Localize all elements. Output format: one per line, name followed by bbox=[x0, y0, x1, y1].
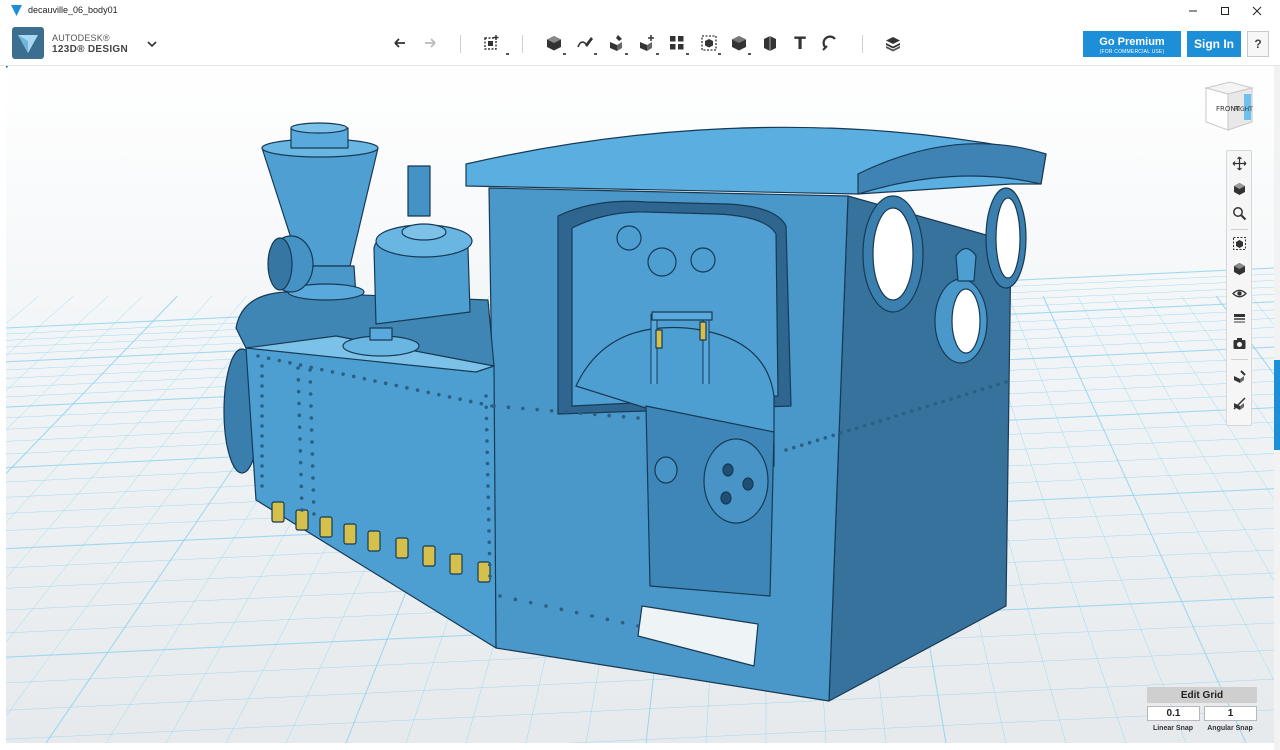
toolbar-separator bbox=[460, 35, 461, 53]
construct-icon bbox=[610, 35, 622, 51]
pattern-icon bbox=[670, 36, 684, 50]
orbit-button[interactable] bbox=[1230, 179, 1249, 198]
scene-canvas[interactable] bbox=[6, 66, 1274, 743]
title-bar: decauville_06_body01 bbox=[0, 0, 1280, 22]
brand-line-2: 123D® DESIGN bbox=[52, 44, 128, 55]
app-window: decauville_06_body01 AUTODESK® 123D® DES… bbox=[0, 0, 1280, 750]
pan-button[interactable] bbox=[1230, 154, 1249, 173]
maximize-button[interactable] bbox=[1208, 0, 1242, 22]
main-toolbar: AUTODESK® 123D® DESIGN T Go Premium (FOR… bbox=[0, 22, 1280, 66]
svg-text:T: T bbox=[794, 34, 806, 53]
grouping-button[interactable] bbox=[697, 31, 721, 55]
text-button[interactable]: T bbox=[788, 31, 812, 55]
transform-button[interactable] bbox=[480, 31, 504, 55]
zoom-icon bbox=[1233, 207, 1247, 221]
sketch-button[interactable] bbox=[573, 31, 597, 55]
sign-in-button[interactable]: Sign In bbox=[1187, 31, 1241, 57]
close-icon bbox=[1252, 6, 1262, 16]
view-cube[interactable]: FRONT RIGHT bbox=[1198, 78, 1258, 134]
gauge[interactable] bbox=[654, 456, 678, 484]
viewcube-right-label[interactable]: RIGHT bbox=[1234, 106, 1253, 113]
autodesk-logo-icon bbox=[12, 27, 44, 59]
toolbar-separator bbox=[522, 35, 523, 53]
materials-button[interactable] bbox=[1230, 309, 1249, 328]
fit-icon bbox=[1233, 237, 1246, 250]
fit-button[interactable] bbox=[1230, 234, 1249, 253]
material-icon bbox=[886, 37, 900, 52]
zoom-button[interactable] bbox=[1230, 204, 1249, 223]
snap-off-icon bbox=[1233, 397, 1246, 410]
snap-off-button[interactable] bbox=[1230, 394, 1249, 413]
screenshot-button[interactable] bbox=[1230, 334, 1249, 353]
premium-sublabel: (FOR COMMERCIAL USE) bbox=[1099, 49, 1165, 55]
close-button[interactable] bbox=[1240, 0, 1274, 22]
transform-icon bbox=[484, 35, 499, 50]
linear-snap-label: Linear Snap bbox=[1152, 725, 1194, 732]
app-icon bbox=[11, 5, 22, 16]
brand-line-1: AUTODESK® bbox=[52, 33, 110, 43]
snap-button[interactable] bbox=[818, 31, 842, 55]
redo-button[interactable] bbox=[418, 31, 442, 55]
primitives-button[interactable] bbox=[542, 31, 566, 55]
screenshot-icon bbox=[1233, 338, 1246, 349]
minimize-icon bbox=[1189, 10, 1197, 12]
snap-on-icon bbox=[1234, 370, 1246, 383]
measure-icon bbox=[764, 36, 776, 51]
text-icon: T bbox=[794, 34, 806, 53]
undo-button[interactable] bbox=[388, 31, 412, 55]
measure-button[interactable] bbox=[758, 31, 782, 55]
help-button[interactable]: ? bbox=[1247, 31, 1269, 57]
app-logo[interactable]: AUTODESK® 123D® DESIGN bbox=[12, 27, 162, 61]
whistle[interactable] bbox=[407, 165, 431, 217]
scrollbar-thumb[interactable] bbox=[1274, 360, 1280, 450]
construct-button[interactable] bbox=[604, 31, 628, 55]
visibility-button[interactable] bbox=[1230, 284, 1249, 303]
linear-snap-field[interactable]: 0.1 bbox=[1147, 706, 1200, 721]
minimize-button[interactable] bbox=[1176, 0, 1210, 22]
maximize-icon bbox=[1221, 7, 1229, 15]
premium-label: Go Premium bbox=[1099, 36, 1165, 48]
combine-button[interactable] bbox=[727, 31, 751, 55]
view-icon bbox=[1234, 263, 1245, 275]
edit-grid-button[interactable]: Edit Grid bbox=[1147, 687, 1257, 703]
window-title: decauville_06_body01 bbox=[28, 5, 118, 15]
chevron-down-icon[interactable] bbox=[145, 39, 159, 49]
pattern-button[interactable] bbox=[665, 31, 689, 55]
3d-viewport[interactable]: FRONT RIGHT bbox=[6, 66, 1274, 743]
combine-icon bbox=[732, 36, 746, 51]
grouping-icon bbox=[701, 35, 717, 51]
orbit-icon bbox=[1234, 183, 1245, 195]
snap-icon bbox=[822, 35, 836, 51]
sketch-icon bbox=[577, 37, 593, 48]
primitives-icon bbox=[547, 36, 561, 51]
view-button[interactable] bbox=[1230, 259, 1249, 278]
angular-snap-label: Angular Snap bbox=[1207, 725, 1253, 732]
material-button[interactable] bbox=[881, 31, 905, 55]
undo-icon bbox=[394, 38, 405, 48]
modify-button[interactable] bbox=[635, 31, 659, 55]
angular-snap-field[interactable]: 1 bbox=[1204, 706, 1257, 721]
firebox-door[interactable] bbox=[703, 438, 769, 524]
redo-icon bbox=[425, 38, 436, 48]
toolbar-separator bbox=[862, 35, 863, 53]
visibility-icon bbox=[1232, 289, 1247, 298]
navigation-bar bbox=[1226, 150, 1252, 426]
go-premium-button[interactable]: Go Premium (FOR COMMERCIAL USE) bbox=[1083, 31, 1181, 57]
pan-icon bbox=[1232, 156, 1247, 171]
materials-icon bbox=[1234, 314, 1245, 323]
snap-on-button[interactable] bbox=[1230, 367, 1249, 386]
modify-icon bbox=[640, 35, 654, 51]
regulator-valve[interactable] bbox=[647, 247, 677, 277]
